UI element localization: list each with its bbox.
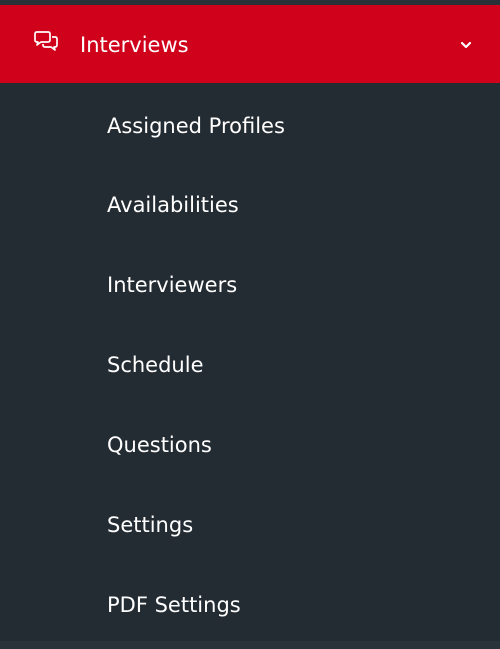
submenu-item-assigned-profiles[interactable]: Assigned Profiles: [0, 85, 500, 165]
bottom-divider: [0, 641, 500, 649]
sidebar-menu: Interviews Assigned Profiles Availabilit…: [0, 0, 500, 649]
submenu-item-label: Availabilities: [107, 193, 239, 217]
chat-bubbles-icon: [34, 31, 58, 51]
submenu-item-pdf-settings[interactable]: PDF Settings: [0, 564, 500, 644]
submenu-list: Assigned Profiles Availabilities Intervi…: [0, 83, 500, 641]
menu-header-label: Interviews: [80, 33, 189, 57]
chevron-down-icon[interactable]: [459, 40, 473, 50]
submenu-item-questions[interactable]: Questions: [0, 404, 500, 484]
submenu-item-label: PDF Settings: [107, 593, 241, 617]
menu-header-interviews[interactable]: Interviews: [0, 5, 500, 83]
submenu-item-label: Questions: [107, 433, 212, 457]
submenu-item-settings[interactable]: Settings: [0, 484, 500, 564]
submenu-item-label: Assigned Profiles: [107, 114, 285, 138]
submenu-item-label: Interviewers: [107, 273, 238, 297]
submenu-item-label: Settings: [107, 513, 194, 537]
submenu-item-interviewers[interactable]: Interviewers: [0, 244, 500, 324]
submenu-item-availabilities[interactable]: Availabilities: [0, 164, 500, 244]
submenu-item-label: Schedule: [107, 353, 204, 377]
submenu-item-schedule[interactable]: Schedule: [0, 324, 500, 404]
